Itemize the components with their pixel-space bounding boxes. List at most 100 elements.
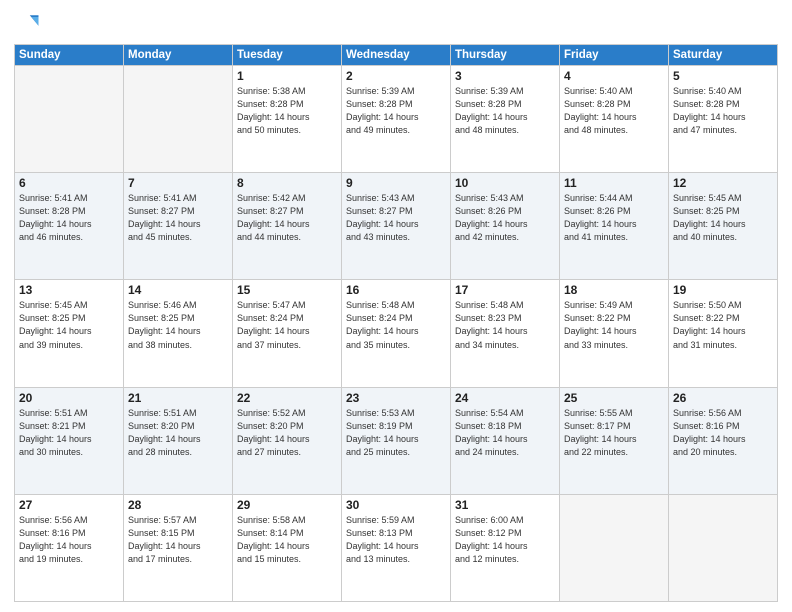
day-info: Sunrise: 5:58 AM Sunset: 8:14 PM Dayligh…: [237, 514, 337, 566]
calendar-week-row: 6 Sunrise: 5:41 AM Sunset: 8:28 PM Daylig…: [15, 173, 778, 280]
calendar-week-row: 27 Sunrise: 5:56 AM Sunset: 8:16 PM Dayli…: [15, 494, 778, 601]
calendar-cell: 19Sunrise: 5:50 AM Sunset: 8:22 PM Dayli…: [669, 280, 778, 387]
calendar-header-tuesday: Tuesday: [233, 45, 342, 66]
day-number: 12: [673, 176, 773, 190]
calendar-cell: [560, 494, 669, 601]
calendar-cell: 30 Sunrise: 5:59 AM Sunset: 8:13 PM Dayli…: [342, 494, 451, 601]
day-number: 16: [346, 283, 446, 297]
day-info: Sunrise: 5:41 AM Sunset: 8:28 PM Dayligh…: [19, 192, 119, 244]
day-number: 2: [346, 69, 446, 83]
day-info: Sunrise: 5:48 AM Sunset: 8:24 PM Dayligh…: [346, 299, 446, 351]
day-info: Sunrise: 5:54 AM Sunset: 8:18 PM Dayligh…: [455, 407, 555, 459]
logo: [14, 10, 46, 38]
calendar-header-monday: Monday: [124, 45, 233, 66]
calendar-cell: 6 Sunrise: 5:41 AM Sunset: 8:28 PM Daylig…: [15, 173, 124, 280]
day-number: 30: [346, 498, 446, 512]
day-number: 18: [564, 283, 664, 297]
calendar-cell: 26 Sunrise: 5:56 AM Sunset: 8:16 PM Dayli…: [669, 387, 778, 494]
calendar-cell: 24 Sunrise: 5:54 AM Sunset: 8:18 PM Dayli…: [451, 387, 560, 494]
day-info: Sunrise: 5:40 AM Sunset: 8:28 PM Dayligh…: [564, 85, 664, 137]
calendar-cell: 31 Sunrise: 6:00 AM Sunset: 8:12 PM Dayli…: [451, 494, 560, 601]
calendar-cell: 28 Sunrise: 5:57 AM Sunset: 8:15 PM Dayli…: [124, 494, 233, 601]
day-info: Sunrise: 5:59 AM Sunset: 8:13 PM Dayligh…: [346, 514, 446, 566]
calendar-header-saturday: Saturday: [669, 45, 778, 66]
day-number: 13: [19, 283, 119, 297]
calendar-week-row: 20 Sunrise: 5:51 AM Sunset: 8:21 PM Dayli…: [15, 387, 778, 494]
day-info: Sunrise: 5:57 AM Sunset: 8:15 PM Dayligh…: [128, 514, 228, 566]
page-header: [14, 10, 778, 38]
day-info: Sunrise: 5:44 AM Sunset: 8:26 PM Dayligh…: [564, 192, 664, 244]
calendar-header-thursday: Thursday: [451, 45, 560, 66]
day-info: Sunrise: 5:48 AM Sunset: 8:23 PM Dayligh…: [455, 299, 555, 351]
day-number: 24: [455, 391, 555, 405]
day-info: Sunrise: 6:00 AM Sunset: 8:12 PM Dayligh…: [455, 514, 555, 566]
calendar-cell: 20 Sunrise: 5:51 AM Sunset: 8:21 PM Dayli…: [15, 387, 124, 494]
day-info: Sunrise: 5:45 AM Sunset: 8:25 PM Dayligh…: [19, 299, 119, 351]
day-info: Sunrise: 5:56 AM Sunset: 8:16 PM Dayligh…: [19, 514, 119, 566]
day-info: Sunrise: 5:51 AM Sunset: 8:20 PM Dayligh…: [128, 407, 228, 459]
calendar-header-sunday: Sunday: [15, 45, 124, 66]
day-info: Sunrise: 5:52 AM Sunset: 8:20 PM Dayligh…: [237, 407, 337, 459]
calendar-cell: 22 Sunrise: 5:52 AM Sunset: 8:20 PM Dayli…: [233, 387, 342, 494]
day-number: 29: [237, 498, 337, 512]
calendar-cell: 18 Sunrise: 5:49 AM Sunset: 8:22 PM Dayli…: [560, 280, 669, 387]
day-number: 11: [564, 176, 664, 190]
day-number: 25: [564, 391, 664, 405]
day-number: 4: [564, 69, 664, 83]
calendar-header-friday: Friday: [560, 45, 669, 66]
day-info: Sunrise: 5:46 AM Sunset: 8:25 PM Dayligh…: [128, 299, 228, 351]
calendar: SundayMondayTuesdayWednesdayThursdayFrid…: [14, 44, 778, 602]
day-number: 21: [128, 391, 228, 405]
calendar-week-row: 13 Sunrise: 5:45 AM Sunset: 8:25 PM Dayli…: [15, 280, 778, 387]
day-info: Sunrise: 5:39 AM Sunset: 8:28 PM Dayligh…: [346, 85, 446, 137]
calendar-cell: 1 Sunrise: 5:38 AM Sunset: 8:28 PM Daylig…: [233, 66, 342, 173]
day-info: Sunrise: 5:43 AM Sunset: 8:26 PM Dayligh…: [455, 192, 555, 244]
calendar-cell: 2 Sunrise: 5:39 AM Sunset: 8:28 PM Daylig…: [342, 66, 451, 173]
calendar-header-wednesday: Wednesday: [342, 45, 451, 66]
day-number: 14: [128, 283, 228, 297]
day-number: 1: [237, 69, 337, 83]
day-number: 5: [673, 69, 773, 83]
day-info: Sunrise: 5:40 AM Sunset: 8:28 PM Dayligh…: [673, 85, 773, 137]
calendar-cell: 16 Sunrise: 5:48 AM Sunset: 8:24 PM Dayli…: [342, 280, 451, 387]
day-number: 26: [673, 391, 773, 405]
calendar-cell: 23Sunrise: 5:53 AM Sunset: 8:19 PM Dayli…: [342, 387, 451, 494]
day-info: Sunrise: 5:49 AM Sunset: 8:22 PM Dayligh…: [564, 299, 664, 351]
day-info: Sunrise: 5:38 AM Sunset: 8:28 PM Dayligh…: [237, 85, 337, 137]
calendar-cell: 21 Sunrise: 5:51 AM Sunset: 8:20 PM Dayli…: [124, 387, 233, 494]
day-number: 8: [237, 176, 337, 190]
day-info: Sunrise: 5:51 AM Sunset: 8:21 PM Dayligh…: [19, 407, 119, 459]
calendar-cell: 15Sunrise: 5:47 AM Sunset: 8:24 PM Dayli…: [233, 280, 342, 387]
day-number: 28: [128, 498, 228, 512]
day-info: Sunrise: 5:39 AM Sunset: 8:28 PM Dayligh…: [455, 85, 555, 137]
day-number: 20: [19, 391, 119, 405]
day-number: 31: [455, 498, 555, 512]
calendar-cell: 9Sunrise: 5:43 AM Sunset: 8:27 PM Daylig…: [342, 173, 451, 280]
calendar-cell: 13 Sunrise: 5:45 AM Sunset: 8:25 PM Dayli…: [15, 280, 124, 387]
calendar-header-row: SundayMondayTuesdayWednesdayThursdayFrid…: [15, 45, 778, 66]
calendar-cell: 12 Sunrise: 5:45 AM Sunset: 8:25 PM Dayli…: [669, 173, 778, 280]
calendar-cell: 3 Sunrise: 5:39 AM Sunset: 8:28 PM Daylig…: [451, 66, 560, 173]
day-number: 3: [455, 69, 555, 83]
calendar-cell: 8Sunrise: 5:42 AM Sunset: 8:27 PM Daylig…: [233, 173, 342, 280]
calendar-cell: 14 Sunrise: 5:46 AM Sunset: 8:25 PM Dayli…: [124, 280, 233, 387]
calendar-cell: 4 Sunrise: 5:40 AM Sunset: 8:28 PM Daylig…: [560, 66, 669, 173]
day-number: 17: [455, 283, 555, 297]
day-number: 15: [237, 283, 337, 297]
day-info: Sunrise: 5:56 AM Sunset: 8:16 PM Dayligh…: [673, 407, 773, 459]
day-number: 7: [128, 176, 228, 190]
calendar-cell: 29 Sunrise: 5:58 AM Sunset: 8:14 PM Dayli…: [233, 494, 342, 601]
day-info: Sunrise: 5:50 AM Sunset: 8:22 PM Dayligh…: [673, 299, 773, 351]
day-info: Sunrise: 5:55 AM Sunset: 8:17 PM Dayligh…: [564, 407, 664, 459]
day-number: 23: [346, 391, 446, 405]
day-number: 27: [19, 498, 119, 512]
day-number: 6: [19, 176, 119, 190]
day-info: Sunrise: 5:45 AM Sunset: 8:25 PM Dayligh…: [673, 192, 773, 244]
day-number: 22: [237, 391, 337, 405]
calendar-cell: 25 Sunrise: 5:55 AM Sunset: 8:17 PM Dayli…: [560, 387, 669, 494]
calendar-cell: [669, 494, 778, 601]
day-number: 10: [455, 176, 555, 190]
calendar-cell: 27 Sunrise: 5:56 AM Sunset: 8:16 PM Dayli…: [15, 494, 124, 601]
calendar-cell: 7 Sunrise: 5:41 AM Sunset: 8:27 PM Daylig…: [124, 173, 233, 280]
day-info: Sunrise: 5:41 AM Sunset: 8:27 PM Dayligh…: [128, 192, 228, 244]
